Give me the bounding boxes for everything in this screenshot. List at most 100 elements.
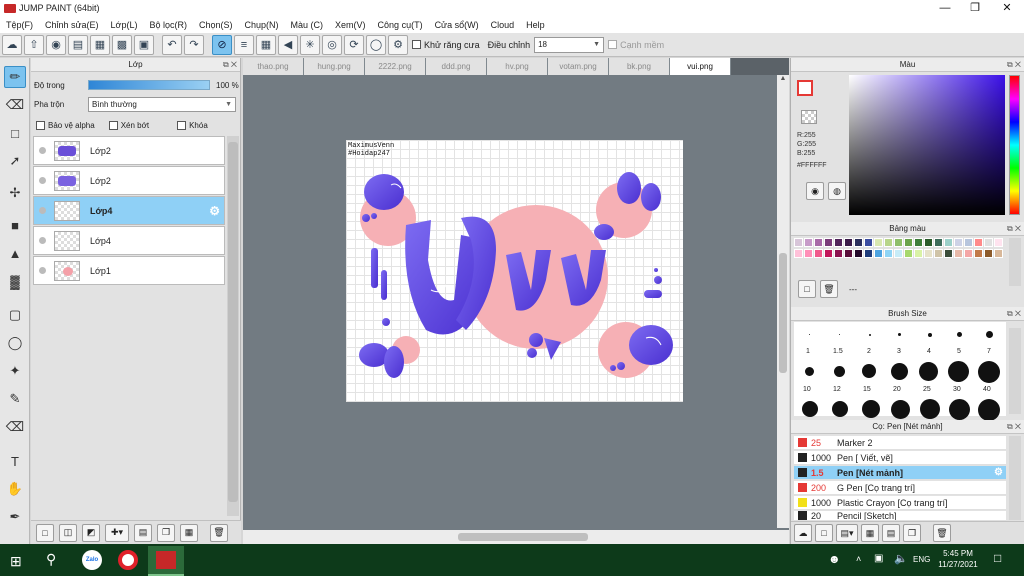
primary-color-swatch[interactable]	[797, 80, 813, 96]
volume-icon[interactable]: 🔈	[894, 552, 908, 565]
tab-document[interactable]: ddd.png	[426, 58, 487, 75]
line-tool-icon[interactable]: ➚	[4, 150, 26, 172]
palette-swatch[interactable]	[864, 238, 873, 247]
menu-color[interactable]: Màu (C)	[285, 20, 330, 30]
menu-layer[interactable]: Lớp(L)	[105, 20, 144, 30]
add-layer-menu-icon[interactable]: ✚▾	[105, 523, 129, 542]
palette-swatch[interactable]	[914, 249, 923, 258]
trash-icon[interactable]: 🗑	[210, 523, 228, 542]
cloud-icon[interactable]: ☁	[2, 34, 22, 55]
menu-cloud[interactable]: Cloud	[485, 20, 521, 30]
palette-swatch[interactable]	[904, 238, 913, 247]
visibility-icon[interactable]	[39, 207, 46, 214]
palette-swatch[interactable]	[934, 249, 943, 258]
palette-swatch[interactable]	[874, 238, 883, 247]
palette-icon[interactable]: ◉	[806, 182, 824, 200]
eyedropper-icon[interactable]: ✒	[4, 506, 26, 528]
snap-circle-icon[interactable]: ◎	[322, 34, 342, 55]
palette-swatch[interactable]	[954, 249, 963, 258]
select-pen-icon[interactable]: ✎	[4, 388, 26, 410]
menu-view[interactable]: Xem(V)	[329, 20, 372, 30]
brush-item[interactable]: 200 G Pen [Cọ trang trí]	[794, 481, 1006, 495]
palette-swatch[interactable]	[994, 238, 1003, 247]
notification-icon[interactable]: □	[994, 551, 1001, 565]
select-rect-icon[interactable]: ▢	[4, 304, 26, 326]
tab-document[interactable]: hung.png	[304, 58, 365, 75]
menu-tools[interactable]: Công cụ(T)	[372, 20, 429, 30]
antialias-checkbox[interactable]	[412, 40, 421, 49]
brush-doc-icon[interactable]: ▦	[861, 524, 879, 542]
palette-swatch[interactable]	[794, 249, 803, 258]
layer-item[interactable]: Lớp1	[33, 256, 225, 285]
palette-swatch[interactable]	[924, 249, 933, 258]
trash-icon[interactable]: 🗑	[820, 280, 838, 298]
tab-document[interactable]: hv.png	[487, 58, 548, 75]
snap-perspective-icon[interactable]: ◀	[278, 34, 298, 55]
menu-help[interactable]: Help	[520, 20, 551, 30]
people-icon[interactable]: ☻	[828, 552, 841, 566]
new-layer-1bit-icon[interactable]: ◩	[82, 523, 100, 542]
minimize-button[interactable]: —	[930, 0, 960, 16]
folder-icon[interactable]: ▤	[134, 523, 152, 542]
document-icon[interactable]: ▦	[90, 34, 110, 55]
menu-capture[interactable]: Chụp(N)	[239, 20, 285, 30]
hue-slider[interactable]	[1009, 75, 1020, 215]
layer-item-selected[interactable]: Lớp4 ⚙	[33, 196, 225, 225]
network-icon[interactable]: ▣	[874, 553, 883, 564]
palette-swatch[interactable]	[814, 238, 823, 247]
palette-swatch[interactable]	[964, 249, 973, 258]
palette-swatch[interactable]	[994, 249, 1003, 258]
menu-window[interactable]: Cửa sổ(W)	[429, 20, 485, 30]
palette-swatch[interactable]	[804, 238, 813, 247]
visibility-icon[interactable]	[39, 177, 46, 184]
lock-checkbox[interactable]	[177, 120, 187, 130]
palette-swatch[interactable]	[824, 238, 833, 247]
menu-edit[interactable]: Chỉnh sửa(E)	[39, 20, 105, 30]
tab-document[interactable]: bk.png	[609, 58, 670, 75]
folder-icon[interactable]: ▤	[882, 524, 900, 542]
saturation-value-picker[interactable]	[849, 75, 1005, 215]
brush-list-scrollbar[interactable]	[1009, 436, 1021, 520]
palette-swatch[interactable]	[864, 249, 873, 258]
scroll-up-icon[interactable]: ▲	[778, 75, 788, 85]
palette-swatch[interactable]	[944, 249, 953, 258]
panel-close-icon[interactable]: ⧉ ✕	[1007, 222, 1021, 236]
new-layer-icon[interactable]: □	[36, 523, 54, 542]
brush-item[interactable]: 1000 Plastic Crayon [Cọ trang trí]	[794, 496, 1006, 510]
adjust-select[interactable]: 18 ▼	[534, 36, 605, 53]
language-indicator[interactable]: ENG	[913, 555, 930, 564]
palette-swatch[interactable]	[824, 249, 833, 258]
new-layer-8bit-icon[interactable]: ◫	[59, 523, 77, 542]
palette-swatch[interactable]	[904, 249, 913, 258]
gradient-tool-icon[interactable]: ▓	[4, 270, 26, 292]
tab-document[interactable]: votam.png	[548, 58, 609, 75]
palette-swatch[interactable]	[934, 238, 943, 247]
hand-tool-icon[interactable]: ✋	[4, 478, 26, 500]
select-eraser-icon[interactable]: ⌫	[4, 416, 26, 438]
comment-icon[interactable]: ◉	[46, 34, 66, 55]
palette-swatch[interactable]	[954, 238, 963, 247]
windows-start-icon[interactable]: ⊞	[10, 553, 22, 570]
tab-document[interactable]: 2222.png	[365, 58, 426, 75]
palette-swatch[interactable]	[804, 249, 813, 258]
gear-icon[interactable]: ⚙	[209, 204, 220, 218]
menu-filter[interactable]: Bộ lọc(R)	[143, 20, 193, 30]
move-tool-icon[interactable]: ✢	[4, 182, 26, 204]
panel-close-icon[interactable]: ⧉ ✕	[1007, 307, 1021, 321]
fill-rect-tool-icon[interactable]: ■	[4, 214, 26, 236]
duplicate-brush-icon[interactable]: ❐	[903, 524, 921, 542]
text-tool-icon[interactable]: T	[4, 450, 26, 472]
palette-swatch[interactable]	[854, 238, 863, 247]
gear-icon[interactable]: ⚙	[994, 467, 1003, 478]
tray-chevron-icon[interactable]: ˄	[856, 554, 861, 564]
grid-icon[interactable]: ▩	[112, 34, 132, 55]
settings-icon[interactable]: ⚙	[388, 34, 408, 55]
scroll-thumb[interactable]	[779, 253, 787, 373]
tab-document[interactable]: thao.png	[243, 58, 304, 75]
trash-icon[interactable]: 🗑	[933, 524, 951, 542]
palette-swatch[interactable]	[814, 249, 823, 258]
canvas-vertical-scrollbar[interactable]: ▲	[777, 75, 789, 528]
blend-select[interactable]: Bình thường ▼	[88, 96, 236, 112]
palette-swatch[interactable]	[924, 238, 933, 247]
palette-swatch[interactable]	[964, 238, 973, 247]
